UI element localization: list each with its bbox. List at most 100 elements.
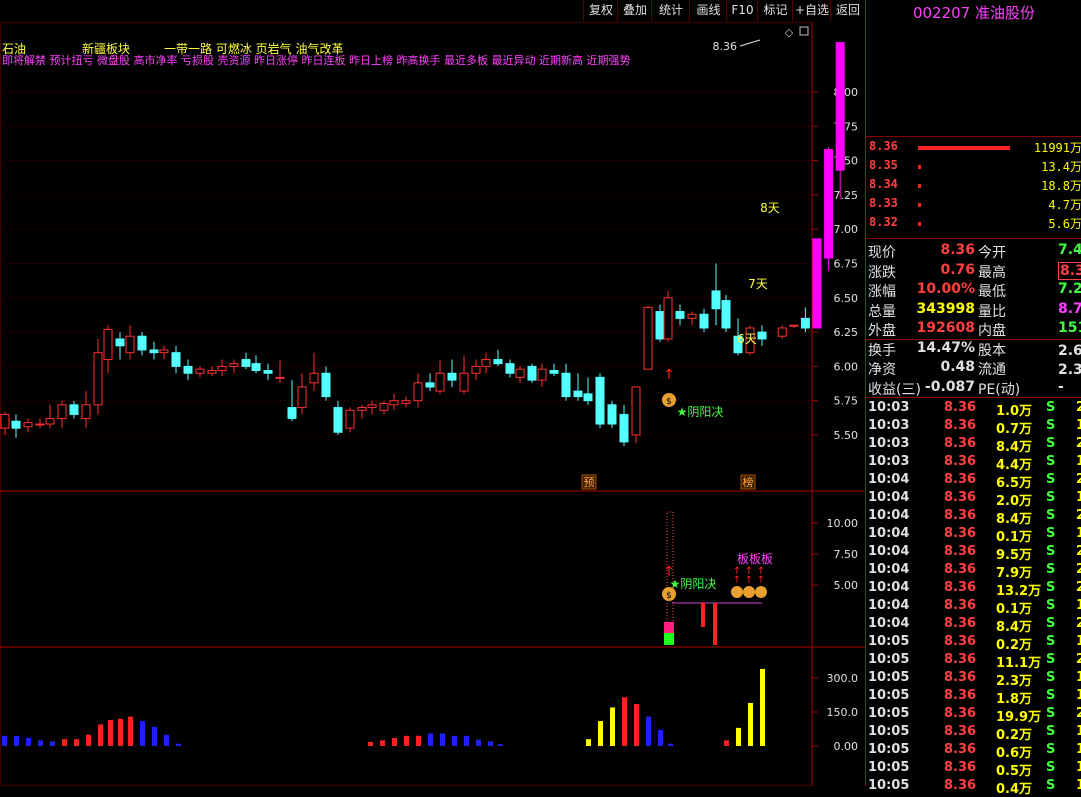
- volume-bar: [736, 727, 741, 746]
- toolbar-button-7[interactable]: 返回: [830, 0, 865, 21]
- order-price: 8.34: [869, 177, 898, 191]
- price-ytick-3: 7.25: [834, 189, 859, 202]
- candle: [23, 418, 33, 433]
- volume-bar: [658, 730, 663, 746]
- trade-row: 10:03 8.36 0.7万 S 1: [866, 418, 1081, 437]
- trade-count: 1: [1076, 688, 1081, 703]
- trade-side: S: [1046, 472, 1056, 487]
- trade-price: 8.36: [944, 670, 977, 685]
- candle: [45, 404, 55, 429]
- quote-label: 今开: [978, 245, 1006, 261]
- order-row: 8.33 4.7万: [866, 196, 1081, 214]
- volume-bar: [140, 721, 145, 746]
- candle-body: [333, 407, 343, 433]
- candle: [549, 363, 559, 377]
- candle: [297, 373, 307, 415]
- volume-bar: [2, 735, 7, 746]
- volume-bar: [498, 744, 503, 746]
- trade-time: 10:03: [868, 400, 910, 415]
- candle-body: [171, 352, 181, 367]
- volume-bar: [164, 734, 169, 746]
- trade-row: 10:05 8.36 0.6万 S 1: [866, 742, 1081, 761]
- candle: [159, 345, 169, 360]
- candle-body: [149, 349, 159, 354]
- trade-time: 10:03: [868, 436, 910, 451]
- volume-bar: [86, 734, 91, 746]
- candle: [35, 418, 45, 429]
- candle-body: [493, 359, 503, 365]
- trade-volume: 6.5万: [996, 476, 1033, 491]
- candle-body: [699, 313, 709, 329]
- quote-value: 343998: [916, 300, 975, 317]
- candle-body: [93, 352, 103, 406]
- diamond-icon: ◇: [785, 26, 794, 39]
- trade-volume: 0.5万: [996, 764, 1033, 779]
- candle-body: [481, 359, 491, 367]
- candle: [401, 396, 411, 408]
- trade-row: 10:05 8.36 1.8万 S 1: [866, 688, 1081, 707]
- candle: [425, 373, 435, 392]
- candle-body: [595, 376, 605, 425]
- candle-body: [800, 317, 810, 329]
- concept-tags-line2: 即将解禁 预计扭亏 微盘股 高市净率 亏损股 壳资源 昨日涨停 昨日连板 昨日上…: [2, 53, 630, 67]
- volume-bar: [760, 668, 765, 746]
- quote-label: 净资: [868, 362, 896, 378]
- high-label-pointer: [739, 39, 761, 47]
- candle-body: [45, 418, 55, 425]
- candle: [835, 42, 845, 200]
- candle-body: [583, 393, 593, 402]
- trade-time: 10:05: [868, 742, 910, 757]
- price-ytick-9: 5.75: [834, 395, 859, 408]
- trade-time: 10:05: [868, 670, 910, 685]
- order-bar: [918, 222, 921, 226]
- candle: [69, 400, 79, 419]
- trade-count: 1: [1076, 634, 1081, 649]
- trade-time: 10:03: [868, 418, 910, 433]
- candle-body: [537, 368, 547, 381]
- candle: [619, 404, 629, 446]
- toolbar-button-4[interactable]: F10: [726, 0, 758, 21]
- order-volume: 18.8万: [1041, 179, 1081, 193]
- stock-code: 002207: [912, 4, 971, 22]
- candle-body: [607, 404, 617, 425]
- quote-value: 14.47%: [916, 339, 975, 356]
- toolbar-button-5[interactable]: 标记: [757, 0, 793, 21]
- square-icon: [799, 26, 809, 36]
- trade-volume: 8.4万: [996, 440, 1033, 455]
- trade-row: 10:05 8.36 2.3万 S 1: [866, 670, 1081, 689]
- candle: [711, 263, 721, 326]
- candle-body: [57, 404, 67, 420]
- sub-ytick-0: 10.00: [827, 517, 859, 530]
- price-ytick-8: 6.00: [834, 360, 859, 373]
- toolbar-button-2[interactable]: 统计: [651, 0, 690, 21]
- candle: [379, 400, 389, 415]
- candle: [800, 307, 810, 333]
- quote-label: 流通: [978, 362, 1006, 378]
- stock-title[interactable]: 002207 准油股份: [866, 0, 1081, 26]
- volume-bar: [464, 735, 469, 746]
- order-price: 8.35: [869, 158, 898, 172]
- board-money-bag-icon: [743, 586, 755, 598]
- candle-body: [195, 368, 205, 374]
- candle: [721, 295, 731, 333]
- candle: [447, 359, 457, 387]
- kline-chart[interactable]: 石油 新疆板块 一带一路 可燃冰 页岩气 油气改革即将解禁 预计扭亏 微盘股 高市净…: [0, 21, 865, 787]
- trade-side: S: [1046, 724, 1056, 739]
- trade-side: S: [1046, 580, 1056, 595]
- toolbar-button-1[interactable]: 叠加: [617, 0, 652, 21]
- sub-bar-red-1: [701, 603, 705, 627]
- volume-bar: [38, 740, 43, 746]
- trade-side: S: [1046, 760, 1056, 775]
- pattern-label: ★阴阳决: [677, 405, 724, 419]
- toolbar-button-3[interactable]: 画线: [689, 0, 727, 21]
- trade-price: 8.36: [944, 490, 977, 505]
- trade-side: S: [1046, 490, 1056, 505]
- toolbar-button-0[interactable]: 复权: [583, 0, 618, 21]
- candle: [675, 304, 685, 326]
- quote-value: 8.36: [1058, 261, 1081, 280]
- day-label-6: 6天: [737, 332, 757, 346]
- trade-time: 10:04: [868, 616, 910, 631]
- order-volume: 13.4万: [1041, 160, 1081, 174]
- kline-chart-area[interactable]: 石油 新疆板块 一带一路 可燃冰 页岩气 油气改革 即将解禁 预计扭亏 微盘股 高市净…: [0, 21, 865, 787]
- toolbar-button-6[interactable]: +自选: [792, 0, 831, 21]
